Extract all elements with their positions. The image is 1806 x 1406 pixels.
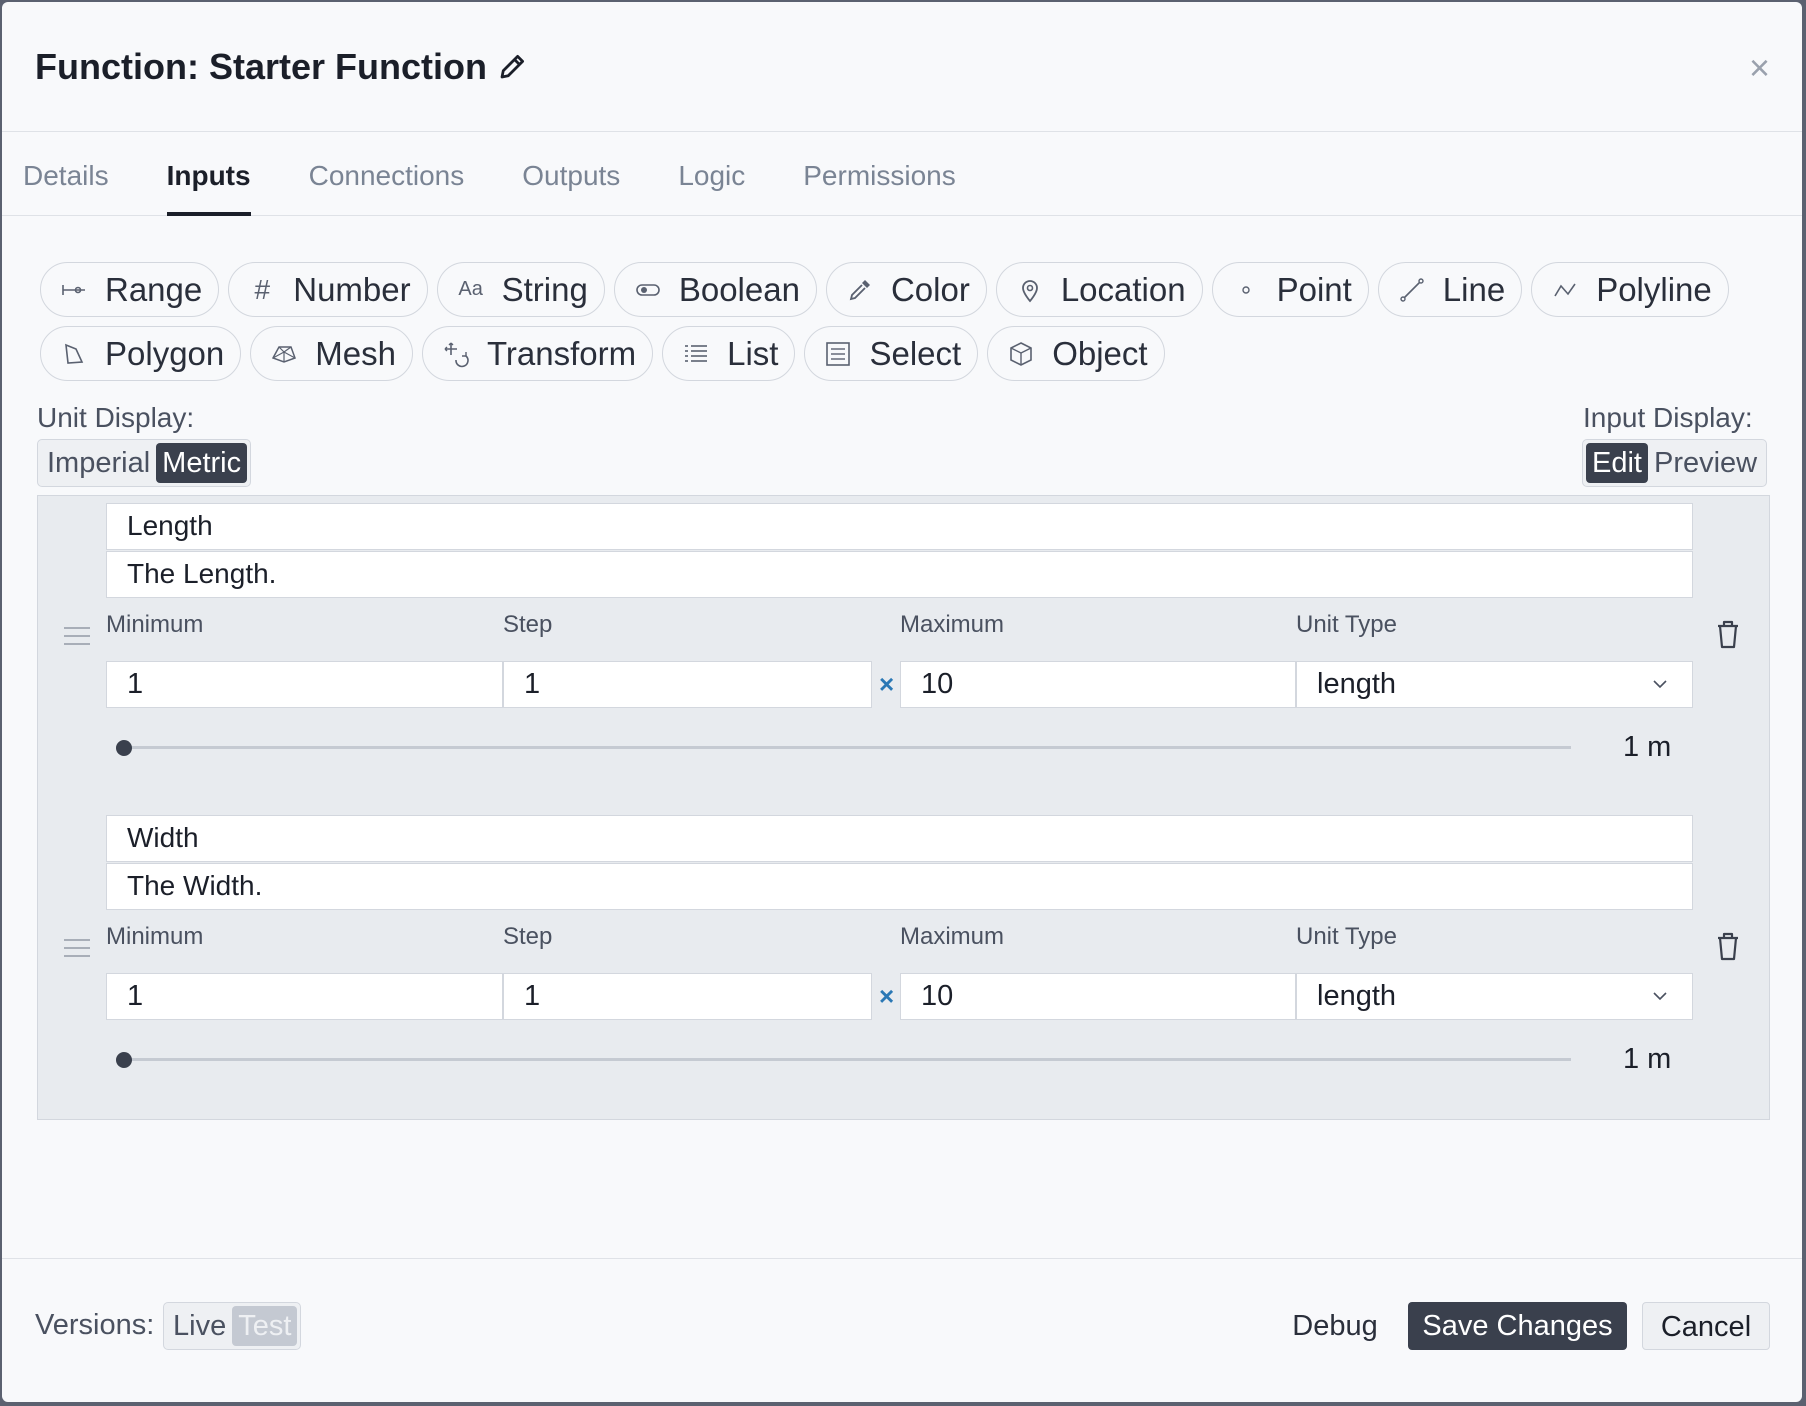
input-item: Length The Length. Minimum Step Maximum … [38, 503, 1769, 803]
input-display-label: Input Display: [1583, 402, 1753, 433]
point-icon [1231, 275, 1261, 305]
map-pin-icon [1015, 275, 1045, 305]
input-item: Width The Width. Minimum Step Maximum Un… [38, 815, 1769, 1115]
add-transform-button[interactable]: Transform [421, 326, 654, 381]
input-name-field[interactable]: Length [106, 503, 1693, 550]
value-slider-track[interactable] [116, 1058, 1571, 1061]
hash-icon: # [254, 273, 271, 305]
inputs-list: Length The Length. Minimum Step Maximum … [37, 495, 1770, 1120]
debug-button[interactable]: Debug [1280, 1302, 1390, 1350]
unit-type-label: Unit Type [1296, 611, 1397, 638]
toggle-icon [633, 275, 663, 305]
unit-imperial-option[interactable]: Imperial [41, 443, 156, 483]
tab-inputs[interactable]: Inputs [166, 132, 251, 216]
polygon-icon [59, 339, 89, 369]
version-live-option[interactable]: Live [167, 1306, 232, 1346]
step-input[interactable]: 1 [503, 661, 872, 708]
line-icon [1397, 275, 1427, 305]
input-name-field[interactable]: Width [106, 815, 1693, 862]
minimum-label: Minimum [106, 923, 204, 950]
maximum-input[interactable]: 10 [900, 661, 1296, 708]
input-type-chips: Range # Number Aa String Boolean Color L… [40, 262, 1740, 390]
polyline-icon [1550, 275, 1580, 305]
value-slider-track[interactable] [116, 746, 1571, 749]
display-preview-option[interactable]: Preview [1648, 443, 1763, 483]
tab-logic[interactable]: Logic [678, 132, 745, 215]
add-mesh-button[interactable]: Mesh [250, 326, 413, 381]
function-editor-modal: Function: Starter Function × Details Inp… [2, 2, 1802, 1402]
maximum-input[interactable]: 10 [900, 973, 1296, 1020]
select-icon [823, 339, 853, 369]
close-icon[interactable]: × [1749, 50, 1770, 86]
add-point-button[interactable]: Point [1211, 262, 1369, 317]
step-label: Step [503, 923, 553, 950]
add-number-button[interactable]: # Number [228, 262, 428, 317]
version-test-option[interactable]: Test [232, 1306, 298, 1346]
pencil-icon[interactable] [497, 52, 527, 82]
add-color-button[interactable]: Color [825, 262, 987, 317]
add-string-button[interactable]: Aa String [436, 262, 605, 317]
add-location-button[interactable]: Location [995, 262, 1203, 317]
add-select-button[interactable]: Select [804, 326, 979, 381]
chevron-down-icon [1653, 992, 1667, 1001]
input-description-field[interactable]: The Width. [106, 863, 1693, 910]
tab-outputs[interactable]: Outputs [522, 132, 620, 215]
cancel-button[interactable]: Cancel [1642, 1302, 1770, 1350]
clear-step-icon[interactable]: × [879, 669, 894, 700]
chevron-down-icon [1653, 680, 1667, 689]
current-value-readout: 1 m [1623, 731, 1672, 763]
value-slider-knob[interactable] [116, 1052, 132, 1068]
add-range-button[interactable]: Range [40, 262, 220, 317]
eyedropper-icon [845, 275, 875, 305]
unit-display-toggle: Imperial Metric [37, 439, 252, 487]
add-line-button[interactable]: Line [1377, 262, 1523, 317]
step-label: Step [503, 611, 553, 638]
add-object-button[interactable]: Object [987, 326, 1165, 381]
maximum-label: Maximum [900, 611, 1005, 638]
minimum-label: Minimum [106, 611, 204, 638]
unit-metric-option[interactable]: Metric [156, 443, 248, 483]
modal-title: Function: Starter Function [35, 46, 527, 88]
unit-type-label: Unit Type [1296, 923, 1397, 950]
minimum-input[interactable]: 1 [106, 973, 503, 1020]
minimum-input[interactable]: 1 [106, 661, 503, 708]
mesh-icon [269, 339, 299, 369]
tab-details[interactable]: Details [23, 132, 109, 215]
list-icon [681, 339, 711, 369]
text-aa-icon: Aa [458, 278, 483, 300]
add-list-button[interactable]: List [662, 326, 796, 381]
transform-icon [441, 339, 471, 369]
add-polyline-button[interactable]: Polyline [1531, 262, 1729, 317]
add-polygon-button[interactable]: Polygon [40, 326, 242, 381]
save-changes-button[interactable]: Save Changes [1408, 1302, 1627, 1350]
unit-display-label: Unit Display: [37, 402, 195, 433]
step-input[interactable]: 1 [503, 973, 872, 1020]
display-edit-option[interactable]: Edit [1586, 443, 1648, 483]
modal-footer: Versions: Live Test Debug Save Changes C… [2, 1258, 1802, 1402]
versions-toggle: Live Test [163, 1302, 302, 1350]
drag-handle-icon[interactable] [64, 627, 90, 647]
input-display-toggle: Edit Preview [1582, 439, 1768, 487]
tab-permissions[interactable]: Permissions [803, 132, 955, 215]
input-description-field[interactable]: The Length. [106, 551, 1693, 598]
trash-icon[interactable] [1713, 930, 1743, 962]
unit-type-select[interactable]: length [1296, 661, 1693, 708]
maximum-label: Maximum [900, 923, 1005, 950]
drag-handle-icon[interactable] [64, 939, 90, 959]
unit-type-select[interactable]: length [1296, 973, 1693, 1020]
range-icon [59, 275, 89, 305]
tab-connections[interactable]: Connections [309, 132, 465, 215]
add-boolean-button[interactable]: Boolean [613, 262, 817, 317]
versions-label: Versions: [35, 1309, 155, 1341]
current-value-readout: 1 m [1623, 1043, 1672, 1075]
clear-step-icon[interactable]: × [879, 981, 894, 1012]
value-slider-knob[interactable] [116, 740, 132, 756]
trash-icon[interactable] [1713, 618, 1743, 650]
cube-icon [1006, 339, 1036, 369]
tab-bar: Details Inputs Connections Outputs Logic… [2, 132, 1802, 216]
modal-header: Function: Starter Function × [2, 2, 1802, 132]
